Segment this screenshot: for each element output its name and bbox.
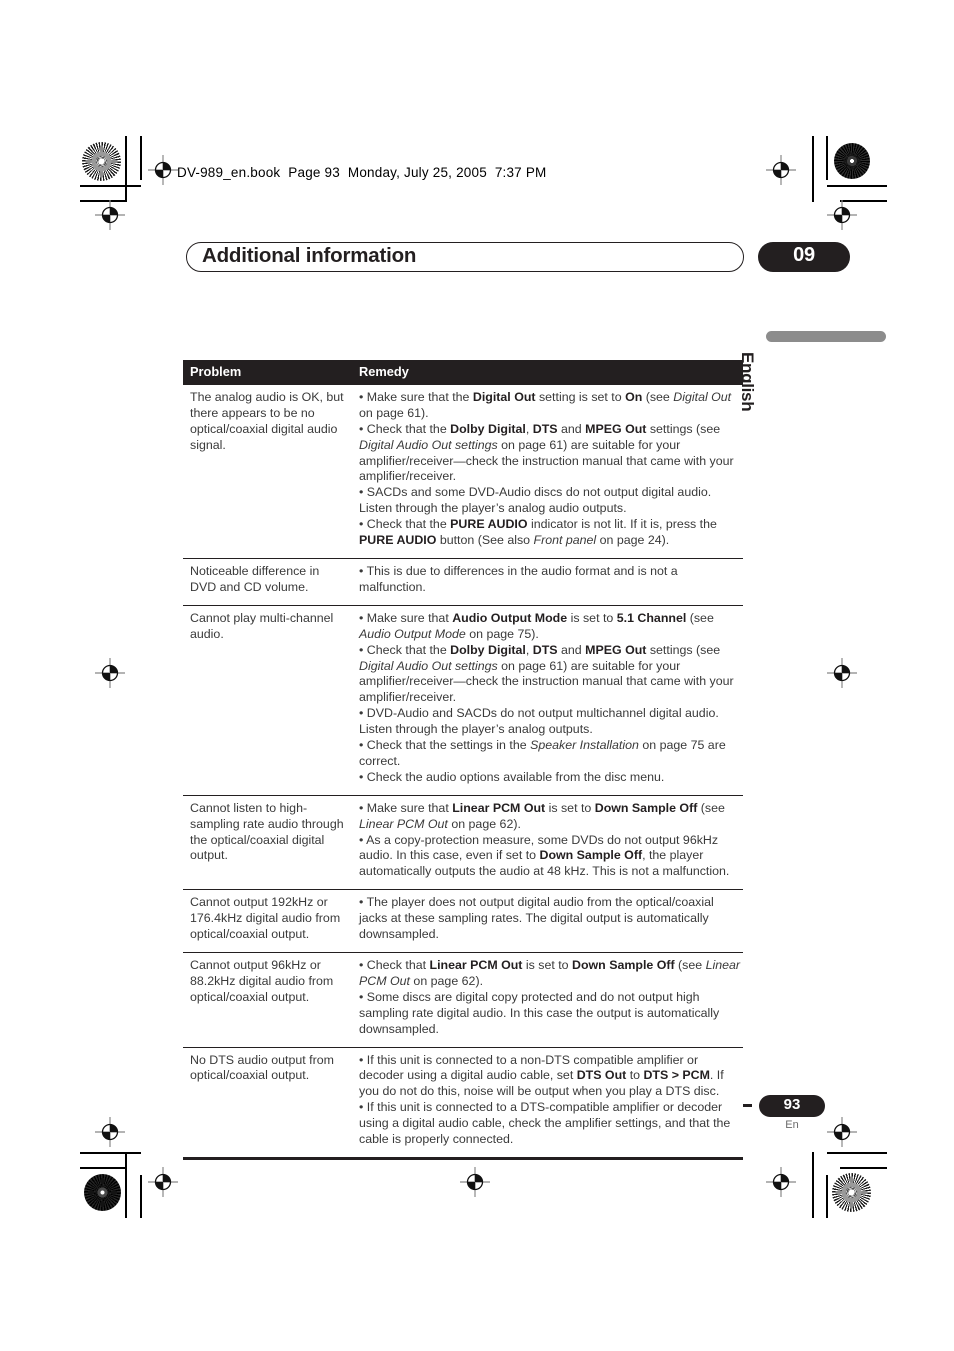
running-header-filename: DV-989_en.book Page 93 Monday, July 25, …: [177, 165, 547, 180]
registration-crosshair-left-middle: [95, 658, 125, 688]
cell-remedy: • This is due to differences in the audi…: [352, 557, 743, 606]
registration-target-top-left: [82, 142, 121, 181]
page-number: 93: [783, 1096, 801, 1113]
crop-mark-bottom-right-vertical: [812, 1152, 814, 1218]
crop-mark-bottom-left-vertical-2: [140, 1175, 142, 1218]
language-tab-bar: [766, 331, 886, 342]
registration-crosshair-footer-right: [766, 1167, 796, 1197]
crop-mark-bottom-left-horizontal-2: [80, 1167, 126, 1169]
table-row: The analog audio is OK, but there appear…: [183, 385, 743, 559]
crop-mark-top-right-horizontal: [827, 185, 887, 187]
crop-mark-bottom-right-vertical-2: [826, 1175, 828, 1218]
cell-remedy: • Check that Linear PCM Out is set to Do…: [352, 952, 743, 1048]
table-row: Cannot listen to high-sampling rate audi…: [183, 794, 743, 890]
cell-problem: Noticeable difference in DVD and CD volu…: [183, 557, 353, 606]
footer-rule-mark: [743, 1104, 752, 1107]
registration-crosshair-left-upper: [95, 200, 125, 230]
cell-problem: Cannot output 192kHz or 176.4kHz digital…: [183, 889, 353, 953]
crop-mark-bottom-left-horizontal: [80, 1152, 141, 1154]
table-bottom-rule: [183, 1157, 743, 1161]
column-header-remedy: Remedy: [352, 360, 743, 385]
registration-crosshair-footer-center: [460, 1167, 490, 1197]
registration-crosshair-header-left: [148, 155, 178, 185]
chapter-number: 09: [793, 244, 815, 266]
cell-problem: Cannot listen to high-sampling rate audi…: [183, 794, 353, 890]
cell-remedy: • Make sure that Audio Output Mode is se…: [352, 604, 743, 796]
crop-mark-top-left-vertical-2: [140, 136, 142, 180]
registration-crosshair-right-upper: [766, 155, 796, 185]
table-row: No DTS audio output from optical/coaxial…: [183, 1046, 743, 1159]
registration-target-bottom-left: [84, 1174, 121, 1211]
cell-problem: Cannot output 96kHz or 88.2kHz digital a…: [183, 952, 353, 1048]
registration-crosshair-left-lower: [95, 1117, 125, 1147]
cell-remedy: • The player does not output digital aud…: [352, 889, 743, 953]
crop-mark-bottom-right-horizontal: [827, 1152, 887, 1154]
registration-crosshair-right-corner: [827, 200, 857, 230]
registration-target-bottom-right: [832, 1173, 871, 1212]
registration-crosshair-right-lower: [827, 1117, 857, 1147]
table-row: Cannot play multi-channel audio. • Make s…: [183, 604, 743, 796]
crop-mark-top-left-horizontal: [80, 185, 141, 187]
table-row: Cannot output 192kHz or 176.4kHz digital…: [183, 889, 743, 953]
column-header-problem: Problem: [183, 360, 353, 385]
document-page: DV-989_en.book Page 93 Monday, July 25, …: [0, 0, 954, 1351]
page-language-code: En: [785, 1119, 799, 1131]
crop-mark-top-left-vertical: [125, 136, 127, 202]
cell-remedy: • Make sure that Linear PCM Out is set t…: [352, 794, 743, 890]
table-header-row: Problem Remedy: [183, 360, 743, 385]
troubleshooting-table: Problem Remedy The analog audio is OK, b…: [183, 360, 743, 1161]
crop-mark-bottom-left-vertical: [125, 1152, 127, 1218]
crop-mark-bottom-right-horizontal-2: [840, 1167, 887, 1169]
table-body: The analog audio is OK, but there appear…: [183, 385, 743, 1159]
cell-remedy: • Make sure that the Digital Out setting…: [359, 389, 734, 548]
cell-problem: Cannot play multi-channel audio.: [183, 604, 353, 796]
cell-problem: No DTS audio output from optical/coaxial…: [183, 1046, 353, 1159]
registration-crosshair-right-middle: [827, 658, 857, 688]
registration-crosshair-footer-left: [148, 1167, 178, 1197]
page-title: Additional information: [202, 244, 417, 267]
crop-mark-top-right-vertical: [812, 136, 814, 202]
table-row: Cannot output 96kHz or 88.2kHz digital a…: [183, 952, 743, 1048]
crop-mark-top-right-vertical-2: [826, 136, 828, 180]
table-row: Noticeable difference in DVD and CD volu…: [183, 557, 743, 606]
registration-target-top-right: [834, 143, 870, 179]
cell-problem: The analog audio is OK, but there appear…: [190, 389, 344, 452]
cell-remedy: • If this unit is connected to a non-DTS…: [352, 1046, 743, 1159]
